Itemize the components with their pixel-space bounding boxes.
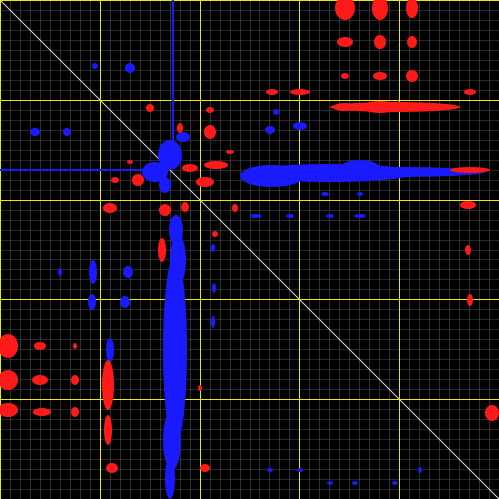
neg-peak — [198, 385, 202, 391]
small-peak — [418, 467, 422, 473]
small-peak — [265, 126, 275, 134]
neg-peak — [485, 405, 499, 421]
small-peak — [211, 244, 215, 252]
spectrum-viewport[interactable] — [0, 0, 499, 499]
neg-peak — [226, 150, 234, 154]
small-peak — [92, 63, 98, 69]
small-peak — [392, 481, 398, 485]
neg-peak — [341, 73, 349, 79]
small-peak — [267, 468, 273, 472]
neg-peak — [465, 245, 471, 255]
small-peak — [321, 192, 329, 196]
small-peak — [88, 294, 96, 310]
neg-peak — [464, 89, 476, 95]
neg-peak — [103, 203, 117, 213]
neg-peak — [266, 89, 278, 95]
horizontal-cross-peak-lobe — [340, 160, 380, 176]
neg-peak — [127, 160, 133, 164]
small-peak — [297, 468, 303, 472]
neg-peak — [32, 375, 48, 385]
small-peak — [250, 214, 262, 218]
neg-peak — [212, 231, 218, 237]
neg-peak — [73, 343, 77, 349]
small-peak — [352, 481, 358, 485]
small-peak — [63, 128, 71, 136]
small-peak — [30, 128, 40, 136]
neg-peak — [407, 36, 417, 48]
neg-peak — [450, 167, 490, 173]
small-peak — [58, 268, 62, 276]
neg-peak — [290, 89, 310, 95]
neg-peak — [204, 161, 228, 169]
neg-peak — [33, 408, 51, 416]
neg-peak — [159, 204, 171, 216]
vertical-cross-peak-tail — [165, 457, 175, 499]
small-peak — [106, 338, 114, 362]
neg-peak — [177, 123, 183, 133]
central-peak-lobe-2 — [159, 177, 171, 193]
vertical-cross-peak-top — [169, 215, 183, 245]
small-peak — [326, 214, 334, 218]
small-peak — [357, 192, 363, 196]
small-peak — [354, 214, 366, 218]
neg-peak — [467, 294, 473, 306]
neg-peak — [196, 177, 214, 187]
small-peak — [212, 283, 216, 293]
neg-peak — [158, 238, 166, 262]
neg-peak — [71, 407, 79, 417]
neg-peak — [106, 463, 118, 473]
small-peak — [89, 260, 97, 284]
small-peak — [211, 316, 215, 328]
neg-peak — [71, 375, 79, 385]
neg-peak — [200, 464, 210, 472]
neg-peak — [104, 415, 112, 445]
neg-peak — [102, 360, 114, 410]
neg-peak — [181, 202, 189, 212]
small-peak — [176, 132, 190, 142]
horizontal-streak — [0, 169, 160, 171]
small-peak — [273, 109, 279, 115]
horizontal-cross-peak-head — [240, 165, 304, 187]
neg-peak — [132, 174, 144, 186]
vertical-streak — [172, 0, 174, 150]
contour-plot[interactable] — [0, 0, 499, 499]
neg-peak — [182, 164, 198, 172]
neg-peak — [146, 104, 154, 112]
small-peak — [286, 214, 294, 218]
small-peak — [123, 266, 133, 278]
small-peak — [125, 63, 135, 73]
neg-peak — [373, 72, 387, 80]
neg-peak — [337, 37, 353, 47]
neg-peak — [34, 342, 46, 350]
neg-peak — [232, 204, 238, 212]
neg-peak — [111, 177, 119, 183]
neg-peak — [206, 107, 214, 113]
small-peak — [327, 481, 333, 485]
neg-peak — [406, 70, 418, 82]
small-peak — [120, 296, 130, 308]
neg-band-core — [362, 101, 398, 113]
neg-peak — [374, 35, 386, 49]
neg-band-core — [333, 103, 357, 111]
small-peak — [293, 122, 307, 130]
neg-peak — [460, 201, 476, 209]
neg-peak — [204, 125, 216, 139]
